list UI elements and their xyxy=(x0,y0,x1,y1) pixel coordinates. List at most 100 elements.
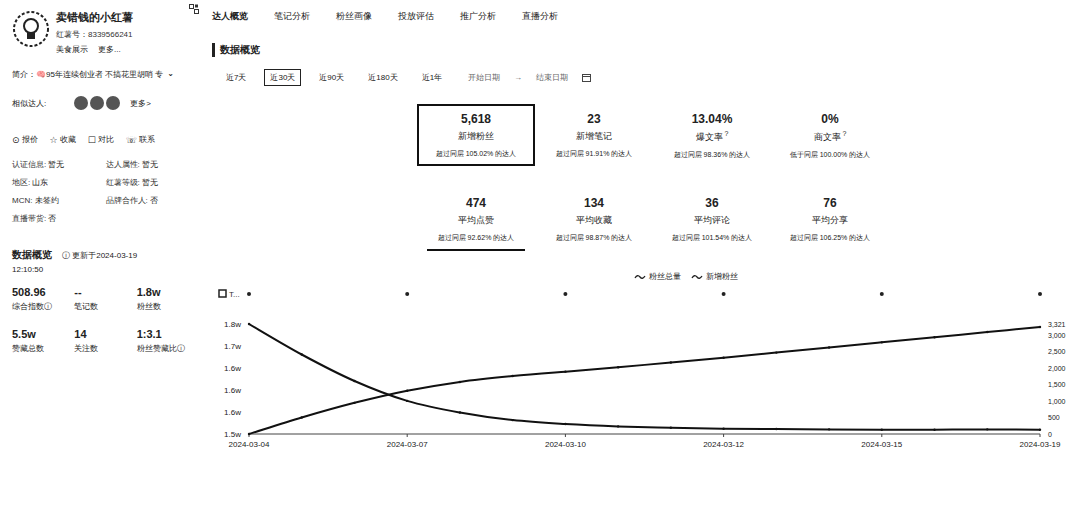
series-point[interactable] xyxy=(881,428,883,430)
help-icon[interactable]: ? xyxy=(843,130,847,137)
series-point[interactable] xyxy=(670,427,672,429)
range-button[interactable]: 近30天 xyxy=(264,69,301,86)
tab[interactable]: 直播分析 xyxy=(522,10,558,25)
series-point[interactable] xyxy=(459,381,461,383)
profile-bio[interactable]: 简介：🧠95年连续创业者 不搞花里胡哨 专⌄ xyxy=(12,69,199,80)
metric-card[interactable]: 13.04%爆文率?超过同层 98.36% 的达人 xyxy=(653,104,771,166)
tab[interactable]: 达人概览 xyxy=(212,10,248,25)
qr-icon[interactable] xyxy=(189,4,199,14)
chart-legend: 粉丝总量 新增粉丝 xyxy=(212,271,1080,282)
series-point[interactable] xyxy=(564,370,566,372)
stat-item: --笔记数 xyxy=(74,286,136,312)
series-point[interactable] xyxy=(722,428,724,430)
action-icon: ⊙ xyxy=(12,135,20,145)
profile-link[interactable]: 美食展示 xyxy=(56,44,88,55)
series-point[interactable] xyxy=(511,375,513,377)
series-point[interactable] xyxy=(406,400,408,402)
metric-card[interactable]: 134平均收藏超过同层 98.87% 的达人 xyxy=(535,188,653,249)
marker-dot[interactable] xyxy=(880,292,884,296)
series-point[interactable] xyxy=(828,428,830,430)
similar-row: 相似达人:更多> xyxy=(12,96,199,110)
info-icon[interactable]: ⓘ xyxy=(44,302,52,311)
marker-dot[interactable] xyxy=(563,292,567,296)
action-button[interactable]: ☐对比 xyxy=(88,134,114,145)
metric-card[interactable]: 36平均评论超过同层 101.54% 的达人 xyxy=(653,188,771,249)
series-point[interactable] xyxy=(1039,428,1041,430)
legend-item[interactable]: 粉丝总量 xyxy=(634,271,681,282)
metric-card[interactable]: 23新增笔记超过同层 91.91% 的达人 xyxy=(535,104,653,166)
series-point[interactable] xyxy=(986,428,988,430)
metric-card[interactable]: 474平均点赞超过同层 92.62% 的达人 xyxy=(417,188,535,249)
expand-toggle[interactable]: ⌄ xyxy=(167,69,174,80)
x-axis-label: 2024-03-12 xyxy=(703,440,744,449)
calendar-icon[interactable] xyxy=(582,73,591,82)
series-point[interactable] xyxy=(1039,326,1041,328)
marker-checkbox[interactable] xyxy=(219,290,226,297)
series-point[interactable] xyxy=(828,346,830,348)
action-button[interactable]: ☏联系 xyxy=(126,134,155,145)
stat-item: 5.5w赞藏总数 xyxy=(12,328,74,354)
info-item: MCN: 未签约 xyxy=(12,195,106,206)
tab[interactable]: 推广分析 xyxy=(460,10,496,25)
series-point[interactable] xyxy=(670,361,672,363)
marker-dot[interactable] xyxy=(405,292,409,296)
action-icon: ☆ xyxy=(50,135,58,145)
series-point[interactable] xyxy=(986,331,988,333)
tab[interactable]: 笔记分析 xyxy=(274,10,310,25)
series-point[interactable] xyxy=(301,353,303,355)
series-point[interactable] xyxy=(775,351,777,353)
profile-link[interactable]: 更多... xyxy=(98,44,121,55)
series-point[interactable] xyxy=(617,425,619,427)
series-point[interactable] xyxy=(775,428,777,430)
metric-card[interactable]: 76平均分享超过同层 106.25% 的达人 xyxy=(771,188,889,249)
series-point[interactable] xyxy=(301,416,303,418)
info-icon[interactable]: ⓘ xyxy=(177,344,185,353)
range-button[interactable]: 近90天 xyxy=(313,69,350,86)
similar-avatar[interactable] xyxy=(90,96,104,110)
x-axis-label: 2024-03-04 xyxy=(229,440,270,449)
info-item: 品牌合作人: 否 xyxy=(106,195,200,206)
tab[interactable]: 粉丝画像 xyxy=(336,10,372,25)
similar-avatar[interactable] xyxy=(106,96,120,110)
series-point[interactable] xyxy=(353,402,355,404)
series-point[interactable] xyxy=(617,366,619,368)
x-tick-mark xyxy=(881,434,882,437)
series-point[interactable] xyxy=(722,357,724,359)
action-button[interactable]: ☆收藏 xyxy=(50,134,76,145)
right-axis-tick: 0 xyxy=(1048,431,1052,438)
action-button[interactable]: ⊙报价 xyxy=(12,134,38,145)
left-axis-tick: 1.7w xyxy=(224,342,241,351)
right-axis-tick: 1,000 xyxy=(1048,398,1066,405)
series-point[interactable] xyxy=(406,390,408,392)
similar-avatar[interactable] xyxy=(74,96,88,110)
help-icon[interactable]: ? xyxy=(725,130,729,137)
right-axis-tick: 3,000 xyxy=(1048,332,1066,339)
marker-dot[interactable] xyxy=(247,292,251,296)
series-point[interactable] xyxy=(881,341,883,343)
series-point[interactable] xyxy=(933,428,935,430)
date-range-field[interactable]: 开始日期→结束日期 xyxy=(468,72,591,83)
series-point[interactable] xyxy=(248,433,250,435)
overview-title: 数据概览 xyxy=(12,248,52,262)
series-point[interactable] xyxy=(353,380,355,382)
metric-card[interactable]: 5,618新增粉丝超过同层 105.02% 的达人 xyxy=(417,104,535,166)
range-button[interactable]: 近1年 xyxy=(416,69,448,86)
range-button[interactable]: 近7天 xyxy=(220,69,252,86)
marker-dot[interactable] xyxy=(722,292,726,296)
left-axis-tick: 1.6w xyxy=(224,386,241,395)
similar-more-link[interactable]: 更多> xyxy=(130,98,151,109)
series-point[interactable] xyxy=(564,423,566,425)
series-point[interactable] xyxy=(511,419,513,421)
legend-item[interactable]: 新增粉丝 xyxy=(691,271,738,282)
avatar-icon[interactable] xyxy=(12,10,50,48)
left-axis-tick: 1.5w xyxy=(224,430,241,439)
series-point[interactable] xyxy=(933,336,935,338)
series-point[interactable] xyxy=(248,323,250,325)
marker-dot[interactable] xyxy=(1038,292,1042,296)
line-chart: T...1.8w1.7w1.6w1.6w1.6w1.5w3,3213,0002,… xyxy=(214,286,1074,458)
tab[interactable]: 投放评估 xyxy=(398,10,434,25)
metric-card[interactable]: 0%商文率?低于同层 100.00% 的达人 xyxy=(771,104,889,166)
range-button[interactable]: 近180天 xyxy=(362,69,403,86)
series-point[interactable] xyxy=(459,411,461,413)
info-icon[interactable]: ⓘ xyxy=(62,251,70,260)
